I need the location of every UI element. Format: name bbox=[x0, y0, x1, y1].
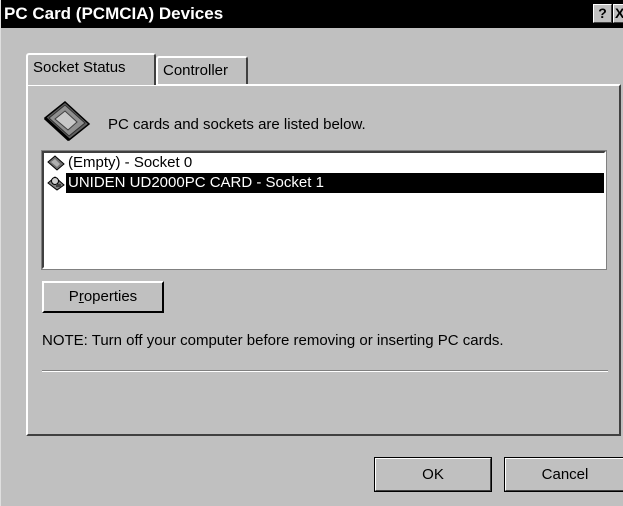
tab-controller-label: Controller bbox=[163, 62, 229, 79]
title-bar[interactable]: PC Card (PCMCIA) Devices ? X bbox=[1, 0, 623, 28]
close-button[interactable]: X bbox=[613, 4, 623, 23]
list-item-label: (Empty) - Socket 0 bbox=[68, 154, 193, 171]
info-text: PC cards and sockets are listed below. bbox=[108, 116, 366, 133]
list-item-socket-1[interactable]: UNIDEN UD2000PC CARD - Socket 1 bbox=[44, 173, 604, 193]
pc-card-icon bbox=[47, 155, 65, 171]
tab-socket-status-label: Socket Status bbox=[33, 59, 126, 76]
note-text: NOTE: Turn off your computer before remo… bbox=[42, 332, 504, 349]
help-button[interactable]: ? bbox=[593, 4, 612, 23]
ok-button[interactable]: OK bbox=[374, 457, 492, 492]
socket-status-panel: PC cards and sockets are listed below. (… bbox=[26, 84, 621, 436]
tab-controller[interactable]: Controller bbox=[156, 56, 248, 84]
properties-label-prefix: P bbox=[68, 288, 79, 305]
list-item-socket-0[interactable]: (Empty) - Socket 0 bbox=[44, 153, 604, 173]
dialog-window: PC Card (PCMCIA) Devices ? X Socket Stat… bbox=[0, 0, 623, 506]
tab-socket-status[interactable]: Socket Status bbox=[26, 53, 156, 85]
separator-line bbox=[42, 370, 608, 372]
list-item-label: UNIDEN UD2000PC CARD - Socket 1 bbox=[66, 173, 604, 193]
socket-list[interactable]: (Empty) - Socket 0 UNIDEN UD2000PC CARD … bbox=[41, 150, 607, 270]
pc-card-large-icon bbox=[43, 101, 91, 142]
window-title: PC Card (PCMCIA) Devices bbox=[4, 4, 224, 23]
properties-button[interactable]: Properties bbox=[42, 281, 164, 313]
cancel-button[interactable]: Cancel bbox=[504, 457, 623, 492]
properties-label-suffix: operties bbox=[83, 288, 138, 305]
modem-card-icon bbox=[47, 176, 65, 191]
